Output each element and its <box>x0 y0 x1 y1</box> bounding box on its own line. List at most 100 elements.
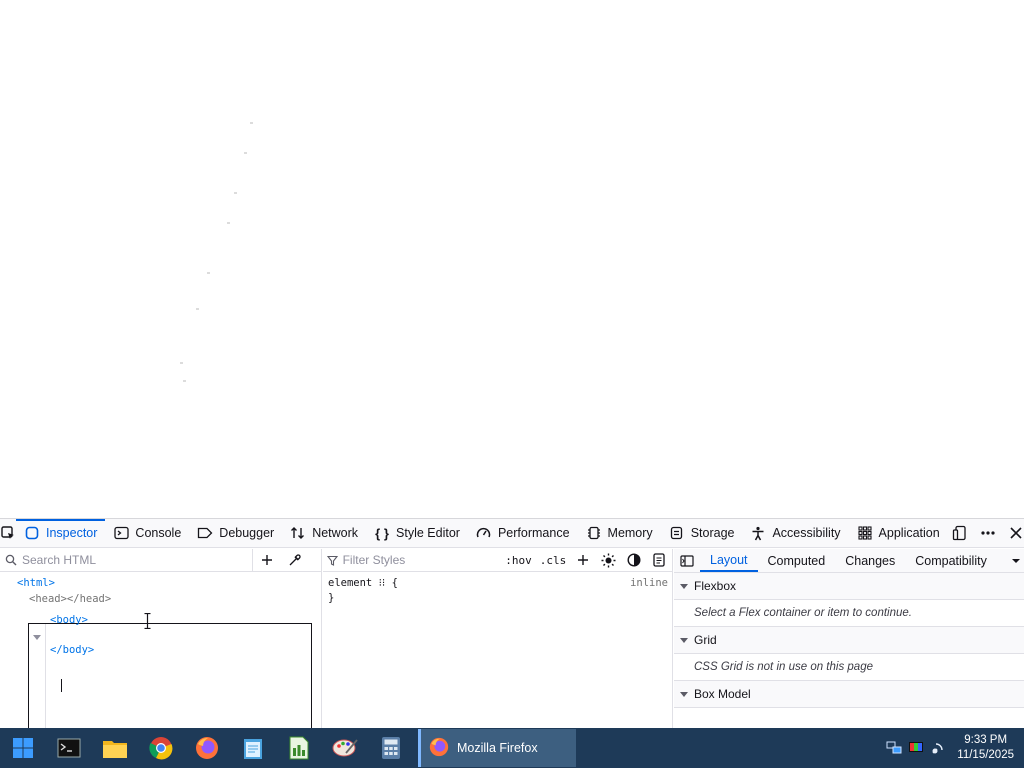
plus-icon <box>261 555 272 565</box>
tab-memory[interactable]: Memory <box>578 519 661 547</box>
flexbox-message: Select a Flex container or item to conti… <box>674 600 1024 627</box>
body-node[interactable]: <body> <box>50 614 88 626</box>
rules-view: :hov .cls element ⁝⁝ { } inline <box>323 549 673 729</box>
page-viewport[interactable] <box>0 0 1024 518</box>
grid-section-header[interactable]: Grid <box>674 627 1024 654</box>
filter-styles-input[interactable] <box>342 553 500 567</box>
system-clock[interactable]: 9:33 PM 11/15/2025 <box>957 733 1014 763</box>
responsive-design-icon <box>952 525 966 541</box>
tab-layout[interactable]: Layout <box>700 549 758 572</box>
head-node[interactable]: <head></head> <box>29 593 111 605</box>
add-node-button[interactable] <box>252 548 280 572</box>
tab-inspector[interactable]: Inspector <box>16 519 106 547</box>
display-tray-button[interactable] <box>905 738 927 758</box>
tab-changes[interactable]: Changes <box>835 549 905 572</box>
mouse-ibeam-cursor <box>144 613 151 629</box>
tab-style-editor[interactable]: { } Style Editor <box>366 519 468 547</box>
tab-label: Debugger <box>219 526 275 540</box>
paint-taskbar-button[interactable] <box>322 728 368 768</box>
body-close-node[interactable]: </body> <box>50 644 94 656</box>
render-artifact <box>234 192 237 194</box>
tab-label: Application <box>878 526 940 540</box>
satellite-icon <box>932 743 943 754</box>
firefox-window-button[interactable]: Mozilla Firefox <box>418 729 576 767</box>
element-picker-button[interactable] <box>0 519 16 547</box>
render-artifact <box>180 362 183 364</box>
tab-computed[interactable]: Computed <box>758 549 836 572</box>
tab-storage[interactable]: Storage <box>661 519 743 547</box>
spreadsheet-icon <box>289 736 309 760</box>
sun-icon <box>601 553 616 567</box>
tab-label: Storage <box>690 526 735 540</box>
calculator-taskbar-button[interactable] <box>368 728 414 768</box>
hover-pseudo-toggle[interactable]: :hov <box>501 554 536 567</box>
start-button[interactable] <box>0 728 46 768</box>
grid-message: CSS Grid is not in use on this page <box>674 654 1024 681</box>
tab-compatibility[interactable]: Compatibility <box>905 549 997 572</box>
flexbox-section-header[interactable]: Flexbox <box>674 573 1024 600</box>
tab-label: Performance <box>497 526 570 540</box>
chrome-taskbar-button[interactable] <box>138 728 184 768</box>
tab-console[interactable]: Console <box>105 519 189 547</box>
tab-debugger[interactable]: Debugger <box>189 519 282 547</box>
close-devtools-button[interactable] <box>1004 521 1024 545</box>
add-rule-button[interactable] <box>570 549 595 572</box>
accessibility-icon <box>750 525 766 541</box>
class-toggle[interactable]: .cls <box>536 554 571 567</box>
windows-logo-icon <box>13 738 33 758</box>
network-icon <box>290 525 306 541</box>
inspector-icon <box>24 525 40 541</box>
firefox-icon <box>196 737 218 759</box>
style-editor-icon: { } <box>375 525 389 541</box>
network-tray-button[interactable] <box>883 738 905 758</box>
file-explorer-taskbar-button[interactable] <box>92 728 138 768</box>
collapse-arrow-icon <box>680 583 688 589</box>
section-title: Grid <box>694 633 717 647</box>
collapse-arrow-icon <box>680 637 688 643</box>
console-icon <box>113 525 129 541</box>
devtools-panel: Inspector Console Debugger Network { } S… <box>0 518 1024 753</box>
clock-time: 9:33 PM <box>964 734 1008 746</box>
tab-label: Accessibility <box>772 526 841 540</box>
plus-icon <box>577 555 588 565</box>
inspector-sidebar: Layout Computed Changes Compatibility Fl… <box>674 549 1024 729</box>
network-status-icon <box>886 741 902 754</box>
section-title: Box Model <box>694 687 751 701</box>
box-model-section-header[interactable]: Box Model <box>674 681 1024 708</box>
chrome-icon <box>149 737 173 760</box>
tab-performance[interactable]: Performance <box>468 519 578 547</box>
close-icon <box>1010 527 1022 539</box>
rule-selector[interactable]: element ⁝⁝ { <box>328 577 398 589</box>
contrast-icon <box>627 553 641 567</box>
more-options-button[interactable] <box>976 521 1000 545</box>
html-node[interactable]: <html> <box>17 577 55 589</box>
print-simulation-toggle[interactable] <box>647 549 672 572</box>
render-artifact <box>183 380 186 382</box>
search-icon <box>0 554 22 566</box>
spreadsheet-taskbar-button[interactable] <box>276 728 322 768</box>
eyedropper-icon <box>289 553 301 565</box>
clock-date: 11/15/2025 <box>957 749 1014 761</box>
filter-icon <box>323 555 343 566</box>
firefox-taskbar-button[interactable] <box>184 728 230 768</box>
document-icon <box>653 553 665 567</box>
light-scheme-toggle[interactable] <box>596 549 621 572</box>
notifications-tray-button[interactable] <box>927 738 949 758</box>
expand-arrow-icon[interactable] <box>33 635 41 640</box>
eyedropper-button[interactable] <box>280 549 308 572</box>
tab-accessibility[interactable]: Accessibility <box>742 519 848 547</box>
search-html-input[interactable] <box>22 553 252 567</box>
window-title: Mozilla Firefox <box>457 741 538 755</box>
calculator-icon <box>382 737 400 759</box>
tab-network[interactable]: Network <box>282 519 366 547</box>
responsive-design-button[interactable] <box>948 521 972 545</box>
tab-application[interactable]: Application <box>849 519 948 547</box>
toolbar-right-controls <box>948 519 1024 547</box>
dark-scheme-toggle[interactable] <box>621 549 646 572</box>
terminal-taskbar-button[interactable] <box>46 728 92 768</box>
render-artifact <box>250 122 253 124</box>
notepad-taskbar-button[interactable] <box>230 728 276 768</box>
sidebar-tabs: Layout Computed Changes Compatibility <box>674 549 1024 573</box>
sidebar-tabs-dropdown[interactable] <box>1008 549 1024 572</box>
toggle-pane-button[interactable] <box>674 549 700 572</box>
